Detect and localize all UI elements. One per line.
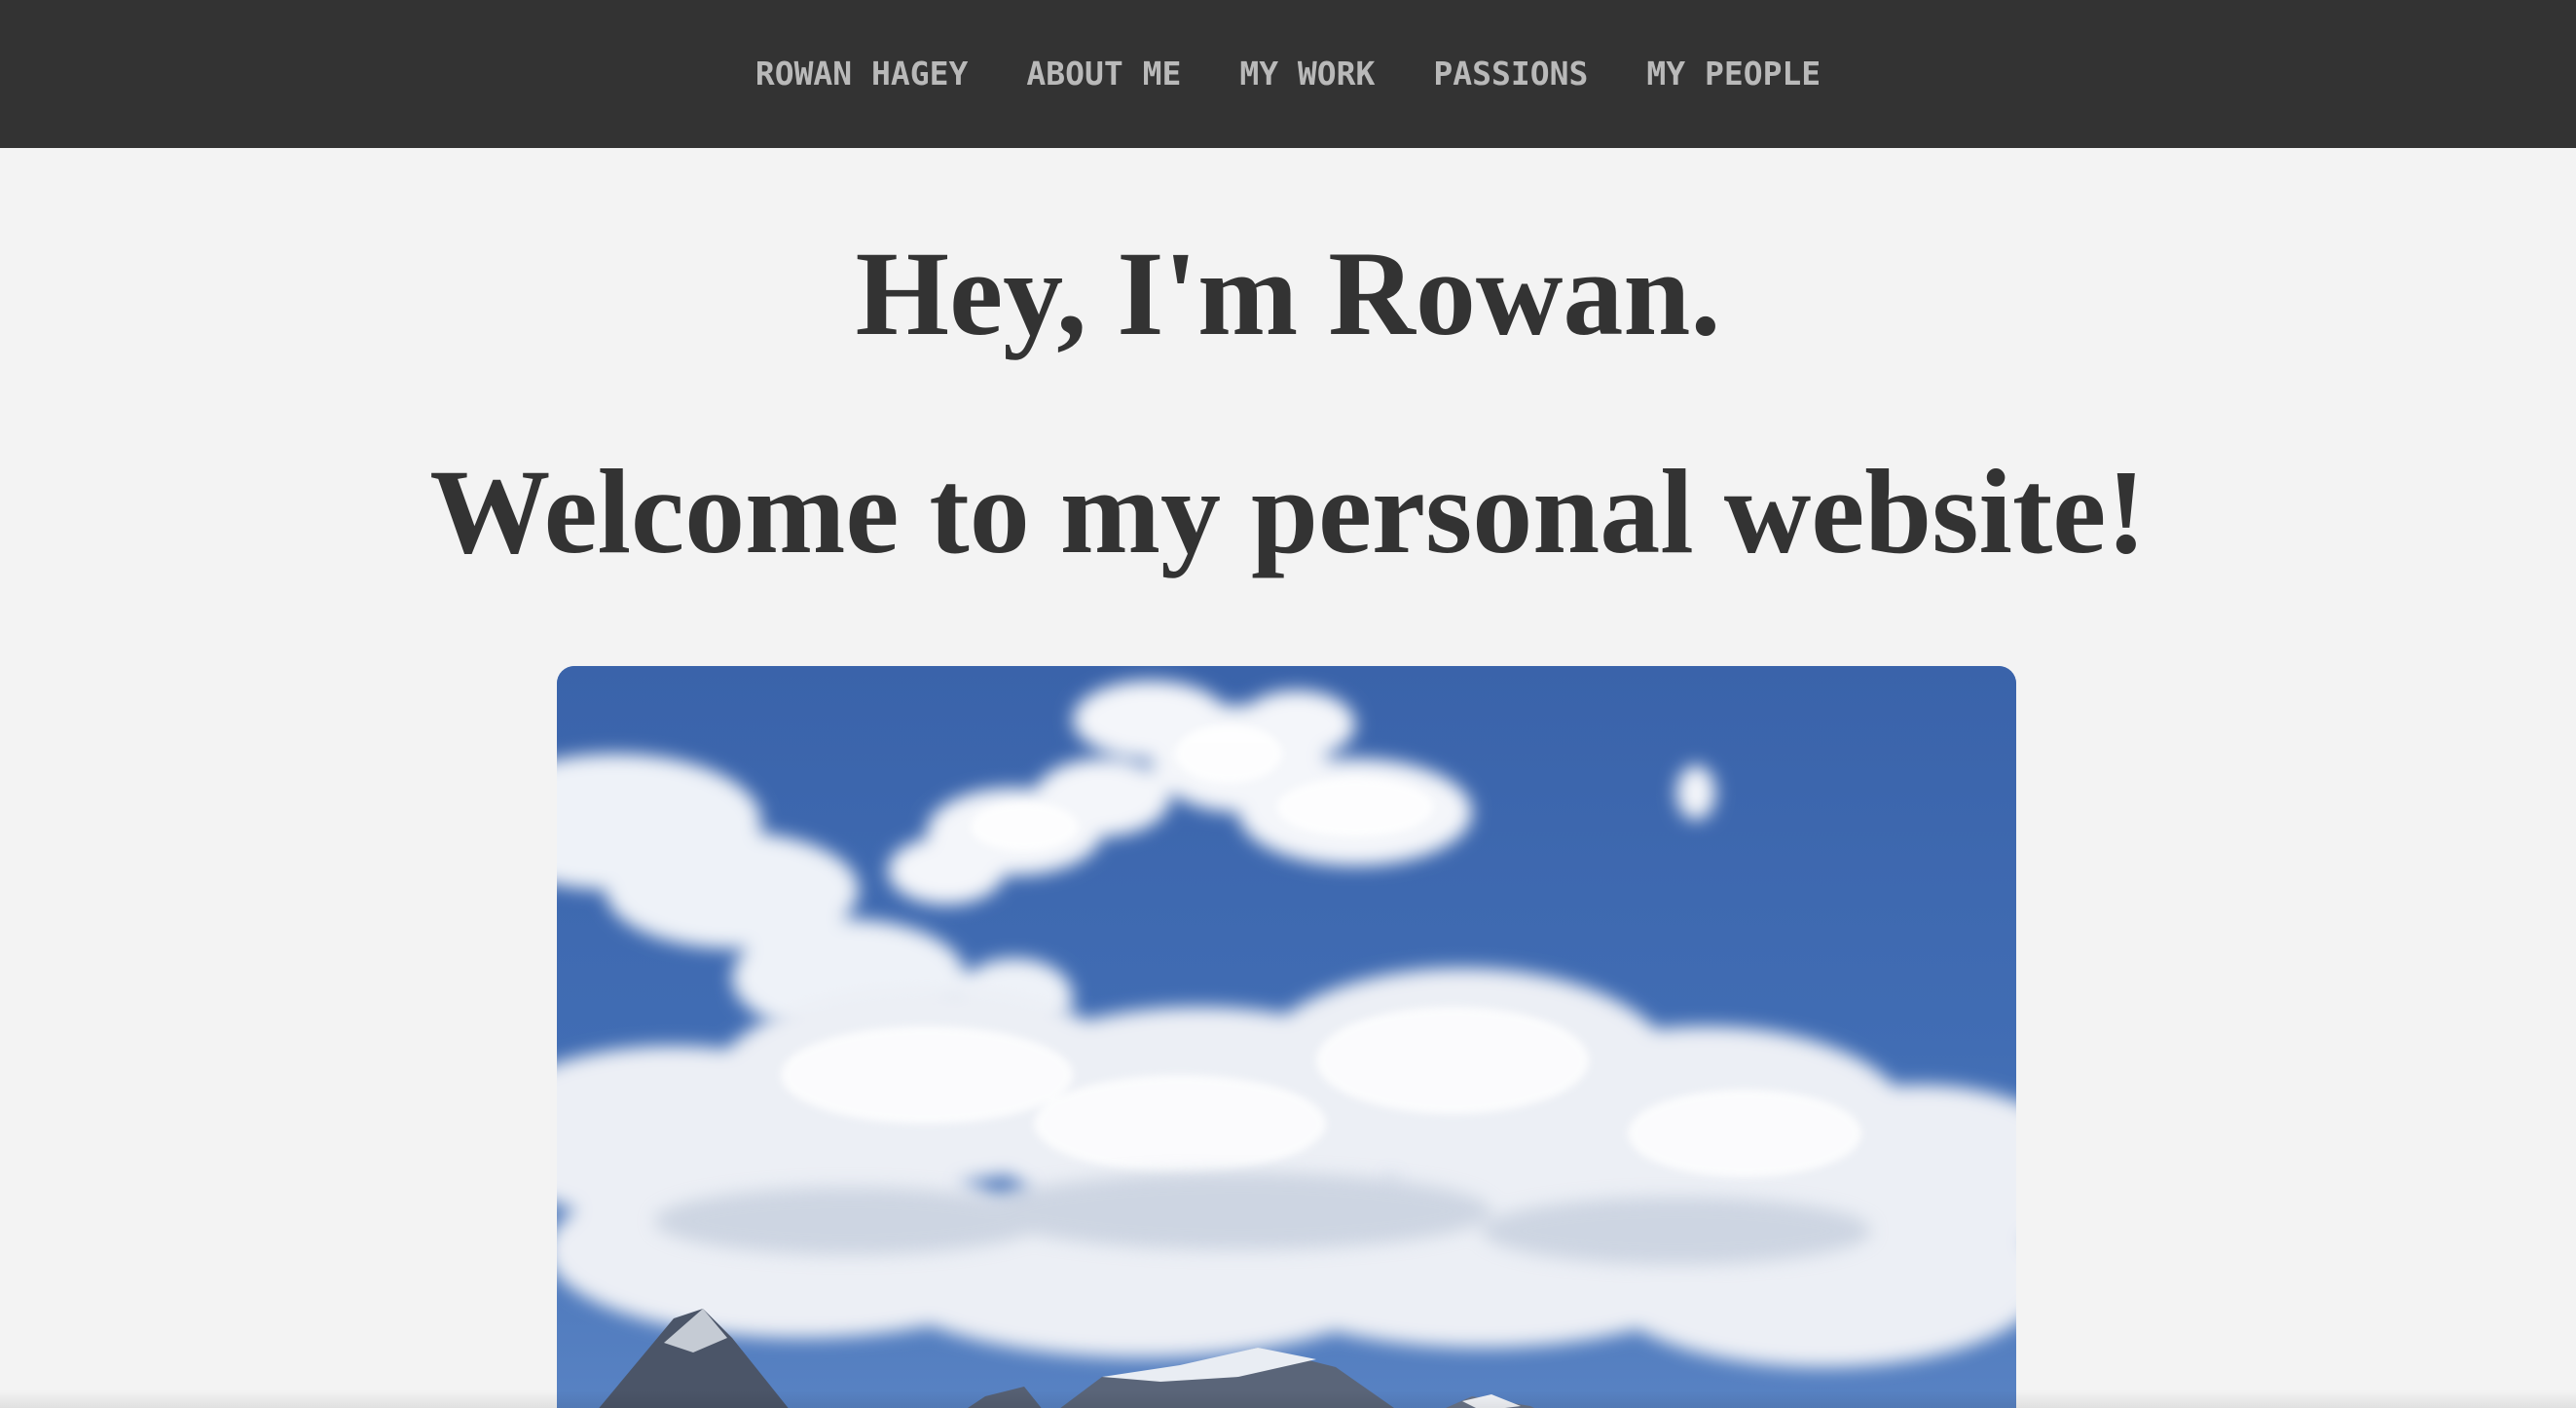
sky-clouds-mountains-image: [557, 666, 2016, 1408]
greeting-heading: Hey, I'm Rowan.: [855, 227, 1721, 360]
nav-link-home[interactable]: ROWAN HAGEY: [726, 55, 998, 93]
top-navbar: ROWAN HAGEY ABOUT ME MY WORK PASSIONS MY…: [0, 0, 2576, 148]
welcome-heading: Welcome to my personal website!: [429, 445, 2147, 578]
nav-link-my-people[interactable]: MY PEOPLE: [1617, 55, 1850, 93]
nav-link-my-work[interactable]: MY WORK: [1210, 55, 1404, 93]
nav-menu: ROWAN HAGEY ABOUT ME MY WORK PASSIONS MY…: [726, 55, 1850, 93]
nav-link-about-me[interactable]: ABOUT ME: [997, 55, 1210, 93]
nav-link-passions[interactable]: PASSIONS: [1404, 55, 1617, 93]
hero-photo: [557, 666, 2016, 1408]
